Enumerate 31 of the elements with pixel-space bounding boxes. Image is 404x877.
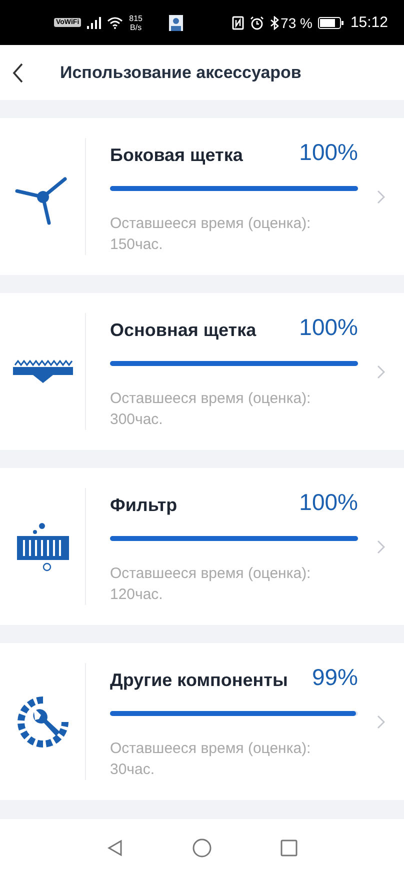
remaining-time: Оставшееся время (оценка): 300час. — [110, 388, 312, 430]
percent-value: 100% — [299, 138, 358, 166]
home-nav-icon[interactable] — [192, 838, 212, 858]
filter-icon — [16, 520, 70, 572]
speed-unit: B/s — [130, 22, 142, 32]
speed-value: 815 — [129, 14, 142, 22]
battery-icon — [318, 16, 344, 28]
page-title: Использование аксессуаров — [60, 62, 302, 82]
main-brush-icon — [12, 358, 72, 384]
percent-value: 99% — [312, 664, 358, 690]
accessory-name: Другие компоненты — [110, 670, 288, 690]
remaining-time: Оставшееся время (оценка): 120час. — [110, 564, 312, 604]
nfc-icon — [232, 16, 244, 30]
wifi-icon — [107, 16, 124, 28]
percent-value: 100% — [299, 314, 358, 340]
accessory-name: Боковая щетка — [110, 144, 243, 166]
battery-percent: 73 % — [280, 14, 312, 30]
bluetooth-icon — [270, 16, 279, 30]
accessory-name: Основная щетка — [110, 320, 256, 340]
percent-value: 100% — [299, 488, 358, 516]
app-icon — [168, 14, 182, 30]
clock-time: 15:12 — [350, 14, 388, 31]
alarm-icon — [250, 16, 264, 30]
back-icon[interactable] — [12, 62, 24, 82]
remaining-time: Оставшееся время (оценка): 30час. — [110, 738, 312, 780]
gear-wrench-icon — [16, 694, 70, 748]
accessory-name: Фильтр — [110, 494, 178, 516]
signal-icon — [87, 16, 102, 28]
back-nav-icon[interactable] — [106, 839, 124, 857]
remaining-time: Оставшееся время (оценка): 150час. — [110, 214, 312, 254]
recents-nav-icon[interactable] — [280, 839, 298, 857]
